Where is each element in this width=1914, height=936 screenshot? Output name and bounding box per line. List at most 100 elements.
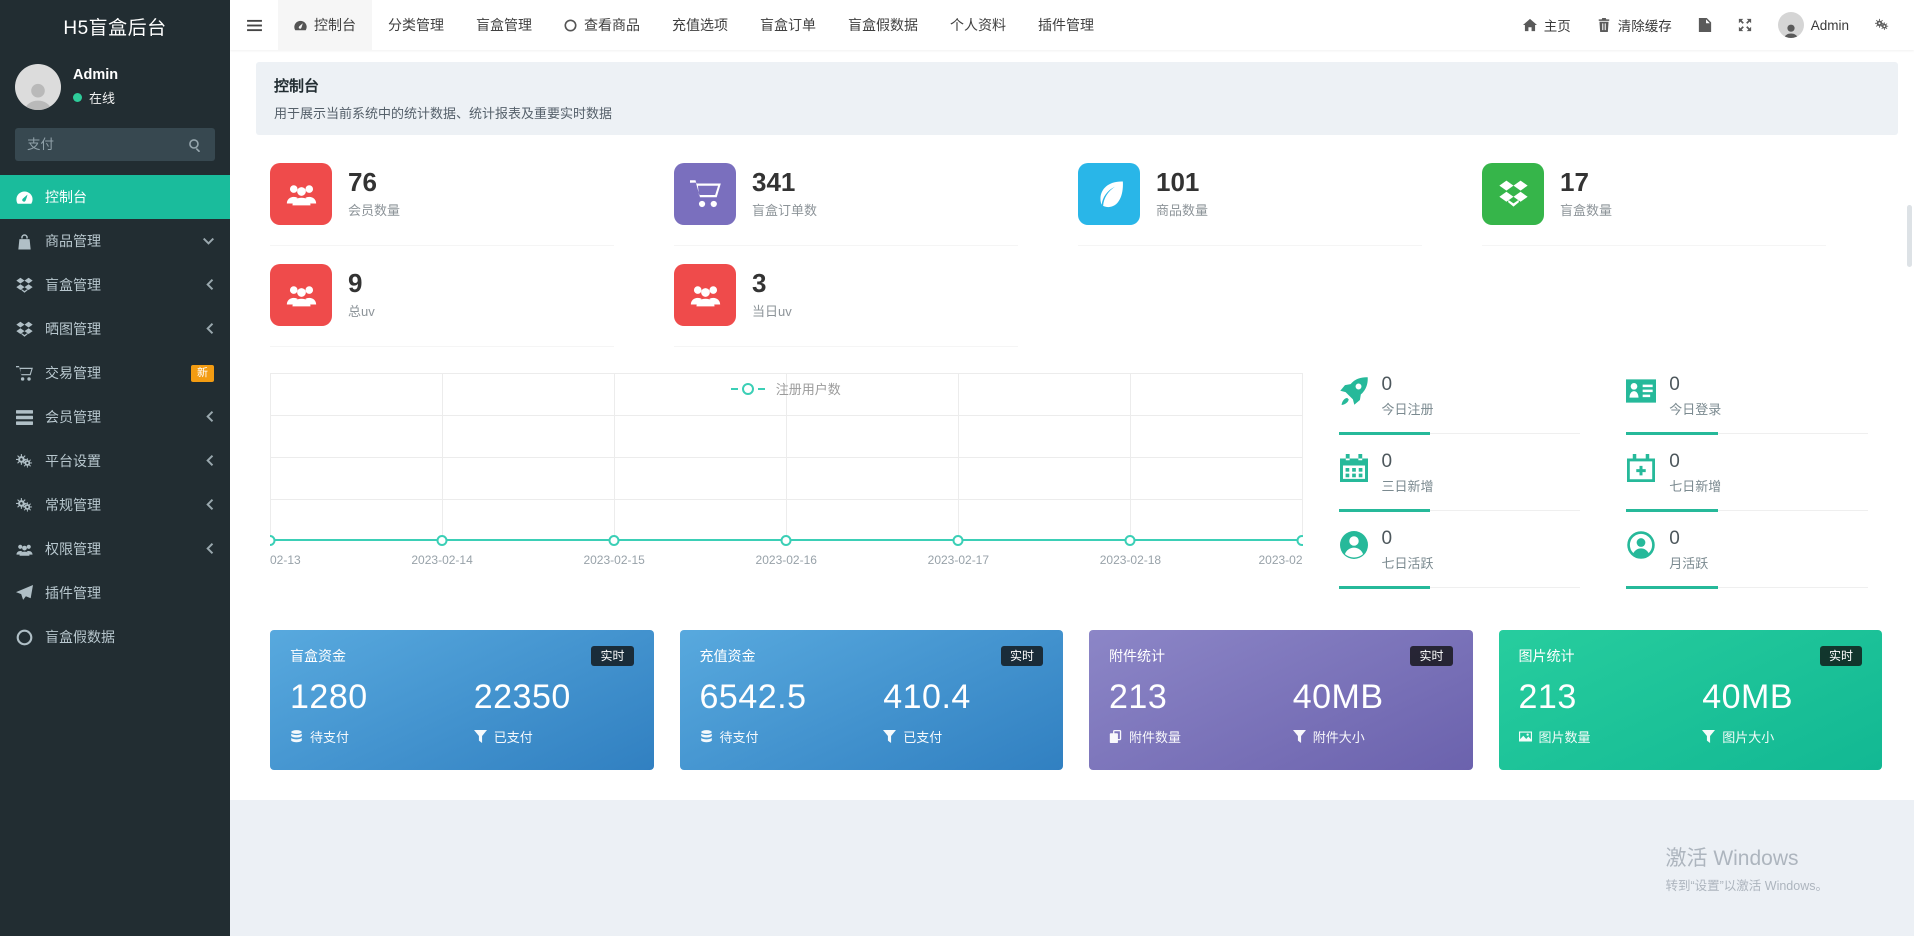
tab-recharge-options[interactable]: 充值选项 [656, 0, 744, 50]
dashboard-panel: 控制台 用于展示当前系统中的统计数据、统计报表及重要实时数据 76 会员数量 34… [230, 50, 1914, 800]
fund-title: 图片统计 [1518, 648, 1575, 664]
legend-marker-icon [741, 382, 754, 395]
tab-category[interactable]: 分类管理 [372, 0, 460, 50]
chevron-left-icon [205, 321, 214, 337]
tab-blindbox-orders[interactable]: 盲盒订单 [744, 0, 832, 50]
tab-plugins[interactable]: 插件管理 [1022, 0, 1110, 50]
chart-legend[interactable]: 注册用户数 [270, 379, 1302, 398]
app-title[interactable]: H5盲盒后台 [0, 0, 230, 52]
user-panel: Admin 在线 [0, 52, 230, 124]
fund-card-recharge: 充值资金 实时 6542.5 待支付 410.4 已支付 [679, 629, 1063, 770]
realtime-badge: 实时 [1410, 645, 1453, 667]
scrollbar-thumb[interactable] [1907, 205, 1912, 267]
id-card-icon [1626, 377, 1656, 405]
tab-blindbox-fakedata[interactable]: 盲盒假数据 [832, 0, 934, 50]
registered-users-chart: 注册用户数 02-13 2023-02-14 2023-02-15 2023-0… [270, 373, 1303, 604]
leaf-icon [1078, 163, 1140, 225]
navbar-right: 主页 清除缓存 Admin [1510, 0, 1914, 50]
chevron-left-icon [205, 497, 214, 513]
sidebar-item-permissions[interactable]: 权限管理 [0, 527, 230, 571]
expand-icon [1738, 18, 1752, 32]
tab-profile[interactable]: 个人资料 [934, 0, 1022, 50]
photo-box-icon [16, 321, 33, 338]
page-header: 控制台 用于展示当前系统中的统计数据、统计报表及重要实时数据 [256, 62, 1898, 135]
sidebar-item-blindbox-fakedata[interactable]: 盲盒假数据 [0, 615, 230, 659]
chart-point [608, 534, 620, 546]
user-circle-outline-icon [1626, 531, 1656, 559]
x-tick: 2023-02-17 [927, 553, 990, 567]
chevron-left-icon [205, 409, 214, 425]
chart-point [1296, 534, 1303, 546]
realtime-badge: 实时 [1000, 645, 1043, 667]
x-tick: 2023-02-16 [755, 553, 817, 567]
sidebar-item-platform-settings[interactable]: 平台设置 [0, 439, 230, 483]
gears-icon [16, 497, 33, 514]
user-avatar [15, 64, 61, 110]
sidebar-search [15, 128, 215, 161]
sidebar-item-plugins[interactable]: 插件管理 [0, 571, 230, 615]
cart-icon [674, 163, 736, 225]
stat-value: 341 [752, 167, 796, 198]
main-area: 控制台 分类管理 盲盒管理 查看商品 充值选项 盲盒订单 盲盒假数据 个人资料 … [230, 0, 1914, 936]
avatar [1777, 12, 1804, 38]
sidebar-item-general[interactable]: 常规管理 [0, 483, 230, 527]
stat-label: 当日uv [752, 303, 792, 319]
sidebar-item-blindbox[interactable]: 盲盒管理 [0, 263, 230, 307]
clear-cache-button[interactable]: 清除缓存 [1584, 0, 1685, 50]
user-menu[interactable]: Admin [1765, 0, 1862, 50]
realtime-badge: 实时 [591, 645, 634, 667]
users-icon [674, 264, 736, 326]
person-icon [21, 79, 55, 110]
chart-point [270, 534, 276, 546]
table-icon [16, 409, 33, 426]
mini-stat-month-active: 0 月活跃 [1626, 527, 1868, 589]
calendar-plus-icon [1626, 454, 1656, 482]
chart-point [952, 534, 964, 546]
search-button[interactable] [175, 128, 215, 161]
stat-label: 总uv [348, 303, 375, 319]
home-icon [1523, 18, 1537, 32]
tab-console[interactable]: 控制台 [278, 0, 372, 50]
stat-value: 17 [1560, 167, 1589, 198]
stat-daily-uv: 3 当日uv [674, 246, 1018, 347]
filter-icon [1293, 730, 1306, 743]
rocket-icon [1339, 377, 1369, 405]
stat-label: 商品数量 [1156, 202, 1209, 218]
person-icon [1782, 22, 1800, 38]
sidebar-item-members[interactable]: 会员管理 [0, 395, 230, 439]
cart-icon [16, 365, 33, 382]
fullscreen-button[interactable] [1725, 0, 1765, 50]
gears-icon [16, 453, 33, 470]
fund-card-blindbox: 盲盒资金 实时 1280 待支付 22350 已支付 [270, 629, 654, 770]
database-icon [290, 730, 303, 743]
settings-button[interactable] [1862, 0, 1902, 50]
sidebar-search-input[interactable] [15, 128, 175, 161]
sidebar-item-photos[interactable]: 晒图管理 [0, 307, 230, 351]
document-button[interactable] [1685, 0, 1725, 50]
circle-icon [564, 19, 577, 32]
chart-x-axis: 02-13 2023-02-14 2023-02-15 2023-02-16 2… [270, 553, 1303, 575]
sidebar-item-trade[interactable]: 交易管理新 [0, 351, 230, 395]
tab-blindbox[interactable]: 盲盒管理 [460, 0, 548, 50]
tab-view-products[interactable]: 查看商品 [548, 0, 656, 50]
dashboard-icon [294, 19, 307, 32]
new-badge: 新 [191, 364, 214, 382]
filter-icon [883, 730, 896, 743]
gear-icon [1875, 18, 1889, 32]
fund-title: 充值资金 [699, 648, 756, 664]
blindbox-icon [16, 277, 33, 294]
copy-icon [1109, 730, 1122, 743]
sidebar-toggle-button[interactable] [230, 0, 278, 50]
hamburger-icon [247, 19, 262, 32]
sidebar-item-dashboard[interactable]: 控制台 [0, 175, 230, 219]
stat-value: 3 [752, 268, 767, 299]
stat-label: 会员数量 [348, 202, 401, 218]
x-tick: 2023-02 [1258, 553, 1303, 567]
home-link[interactable]: 主页 [1510, 0, 1584, 50]
mini-stat-7day-new: 0 七日新增 [1626, 450, 1868, 512]
sidebar-item-products[interactable]: 商品管理 [0, 219, 230, 263]
middle-row: 注册用户数 02-13 2023-02-14 2023-02-15 2023-0… [246, 347, 1898, 604]
page-title: 控制台 [274, 78, 320, 95]
user-status: 在线 [73, 88, 118, 107]
fund-cards: 盲盒资金 实时 1280 待支付 22350 已支付 充值资金 实时 6542.5 待支付… [246, 604, 1898, 770]
